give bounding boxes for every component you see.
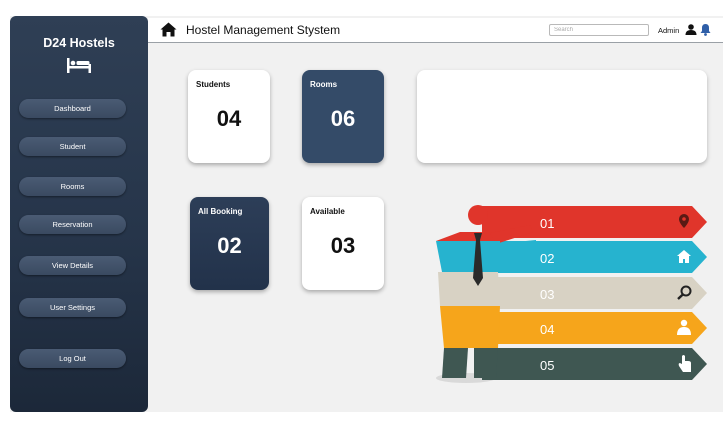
sidebar-item-student[interactable]: Student — [19, 137, 126, 156]
sidebar-item-user-settings[interactable]: User Settings — [19, 298, 126, 317]
students-card[interactable]: Students 04 — [188, 70, 270, 163]
brand-title: D24 Hostels — [43, 36, 115, 50]
rooms-card[interactable]: Rooms 06 — [302, 70, 384, 163]
bed-icon — [67, 58, 91, 73]
card-label: Available — [310, 207, 345, 216]
sidebar-item-reservation[interactable]: Reservation — [19, 215, 126, 234]
ribbon-05: 05 — [482, 348, 707, 380]
user-icon[interactable] — [685, 24, 697, 35]
home-icon[interactable] — [160, 22, 177, 37]
card-label: All Booking — [198, 207, 243, 216]
card-value: 04 — [216, 106, 242, 131]
bell-icon[interactable] — [700, 23, 711, 36]
sidebar-item-view-details[interactable]: View Details — [19, 256, 126, 275]
user-label: Admin — [658, 26, 680, 35]
ribbon-03: 03 — [482, 277, 707, 309]
page-title: Hostel Management Stystem — [186, 23, 341, 37]
step-number: 03 — [540, 287, 554, 302]
logout-button[interactable]: Log Out — [19, 349, 126, 368]
card-label: Rooms — [310, 80, 338, 89]
search-input[interactable] — [549, 24, 649, 36]
ribbon-04: 04 — [482, 312, 707, 344]
sidebar-item-rooms[interactable]: Rooms — [19, 177, 126, 196]
sidebar-item-dashboard[interactable]: Dashboard — [19, 99, 126, 118]
step-number: 01 — [540, 216, 554, 231]
step-number: 04 — [540, 322, 554, 337]
infographic-illustration: 01 02 03 04 05 — [436, 205, 707, 383]
step-number: 02 — [540, 251, 554, 266]
step-number: 05 — [540, 358, 554, 373]
card-label: Students — [196, 80, 231, 89]
card-value: 02 — [217, 233, 242, 258]
info-panel — [417, 70, 707, 163]
all-booking-card[interactable]: All Booking 02 — [190, 197, 269, 290]
card-value: 06 — [330, 106, 356, 131]
card-value: 03 — [330, 233, 356, 258]
header-bar: Hostel Management Stystem Admin — [148, 18, 723, 43]
sidebar: D24 Hostels Dashboard Student Rooms Rese… — [10, 16, 148, 412]
available-card[interactable]: Available 03 — [302, 197, 384, 290]
